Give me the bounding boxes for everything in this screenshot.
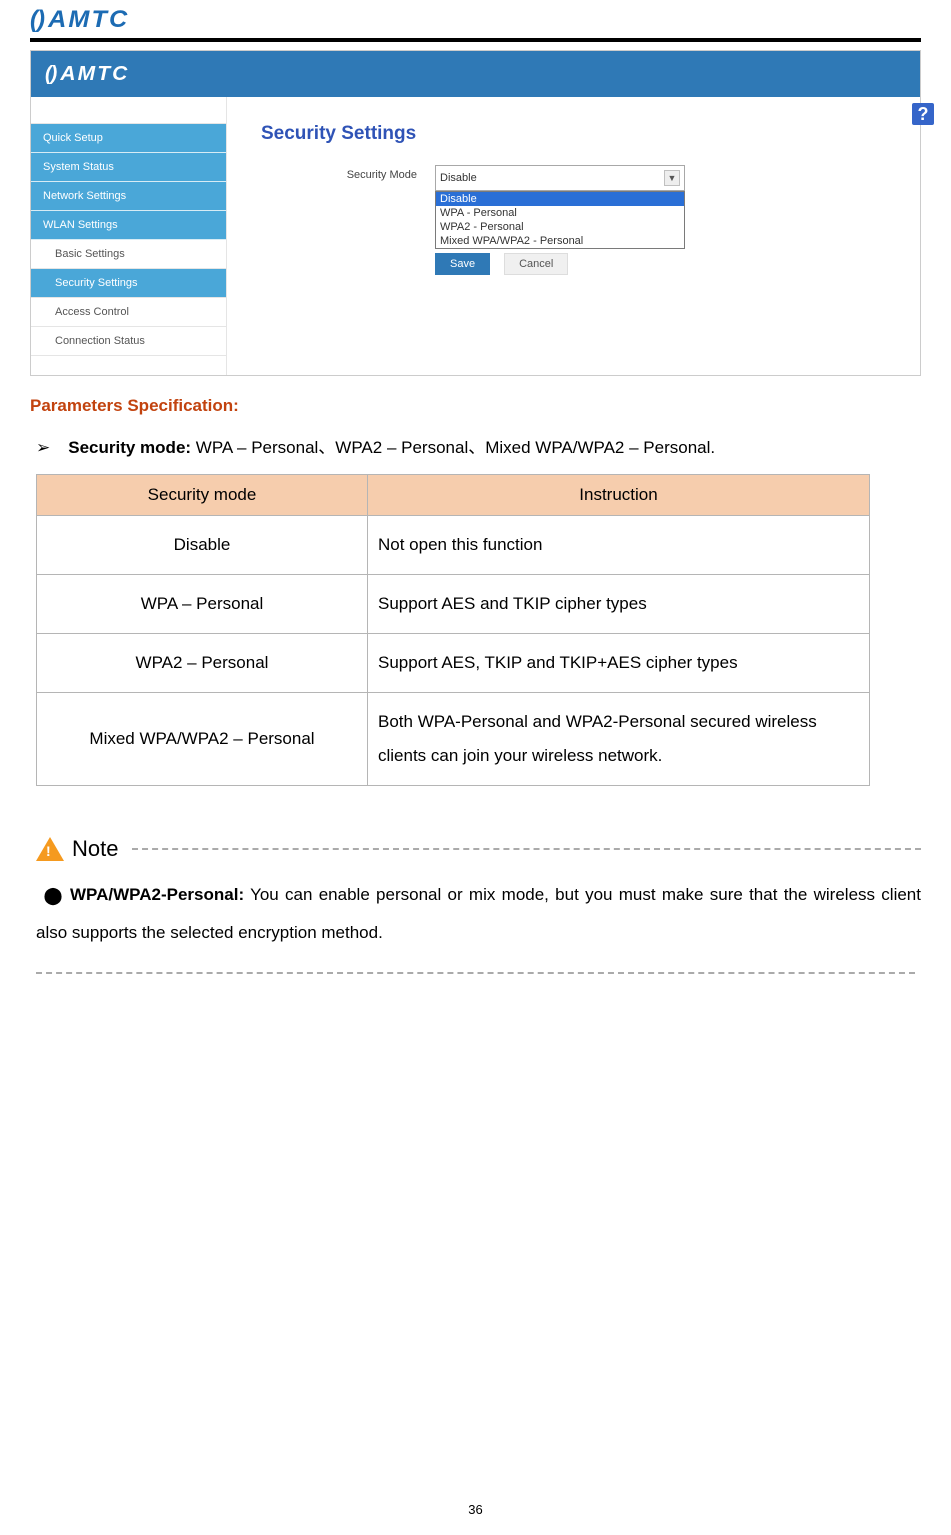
note-body: ⬤WPA/WPA2-Personal: You can enable perso… bbox=[36, 876, 921, 952]
table-cell-instruction: Not open this function bbox=[368, 515, 870, 574]
sidebar-item-system-status[interactable]: System Status bbox=[31, 153, 226, 182]
dropdown-option-wpa-personal[interactable]: WPA - Personal bbox=[436, 206, 684, 220]
table-row: Disable Not open this function bbox=[37, 515, 870, 574]
table-header-security-mode: Security mode bbox=[37, 474, 368, 515]
security-mode-bullet-text: WPA – Personal、WPA2 – Personal、Mixed WPA… bbox=[191, 438, 715, 457]
sidebar-subitem-security-settings[interactable]: Security Settings bbox=[31, 269, 226, 298]
content-title: Security Settings bbox=[261, 123, 890, 145]
arrow-bullet-icon: ➢ bbox=[36, 436, 50, 460]
note-label: Note bbox=[72, 836, 118, 862]
table-cell-instruction: Support AES and TKIP cipher types bbox=[368, 574, 870, 633]
page-number: 36 bbox=[0, 1502, 951, 1517]
sidebar-subitem-basic-settings[interactable]: Basic Settings bbox=[31, 240, 226, 269]
sidebar-item-wlan-settings[interactable]: WLAN Settings bbox=[31, 211, 226, 240]
table-cell-instruction: Both WPA-Personal and WPA2-Personal secu… bbox=[368, 692, 870, 785]
security-mode-bullet-label: Security mode: bbox=[68, 438, 191, 457]
content-area: ? Security Settings Security Mode Disabl… bbox=[227, 97, 920, 375]
table-cell-mode: WPA2 – Personal bbox=[37, 633, 368, 692]
save-button[interactable]: Save bbox=[435, 253, 490, 275]
sidebar-blank bbox=[31, 97, 226, 124]
note-bullet-label: WPA/WPA2-Personal: bbox=[70, 885, 244, 904]
note-end-dashed-line bbox=[36, 971, 915, 974]
doc-header: () AMTC bbox=[30, 0, 921, 38]
table-cell-mode: WPA – Personal bbox=[37, 574, 368, 633]
sidebar-subitem-connection-status[interactable]: Connection Status bbox=[31, 327, 226, 356]
logo-mark-icon: () bbox=[30, 6, 44, 34]
security-mode-select[interactable]: Disable ▼ bbox=[435, 165, 685, 191]
note-dashed-line bbox=[132, 847, 921, 850]
dropdown-option-disable[interactable]: Disable bbox=[436, 192, 684, 206]
parameters-specification-heading: Parameters Specification: bbox=[30, 396, 921, 416]
ui-logo-text: AMTC bbox=[61, 63, 130, 86]
dropdown-option-wpa2-personal[interactable]: WPA2 - Personal bbox=[436, 220, 684, 234]
warning-icon: ! bbox=[36, 837, 64, 861]
form-label-security-mode: Security Mode bbox=[257, 165, 417, 181]
help-icon[interactable]: ? bbox=[912, 103, 934, 125]
dropdown-option-mixed[interactable]: Mixed WPA/WPA2 - Personal bbox=[436, 234, 684, 248]
sidebar-item-quick-setup[interactable]: Quick Setup bbox=[31, 124, 226, 153]
ui-logo-mark-icon: () bbox=[45, 63, 56, 86]
security-mode-table: Security mode Instruction Disable Not op… bbox=[36, 474, 870, 786]
disc-bullet-icon: ⬤ bbox=[36, 877, 70, 914]
sidebar: Quick Setup System Status Network Settin… bbox=[31, 97, 227, 375]
header-divider bbox=[30, 38, 921, 42]
ui-topbar: () AMTC bbox=[31, 51, 920, 97]
table-row: WPA2 – Personal Support AES, TKIP and TK… bbox=[37, 633, 870, 692]
table-row: WPA – Personal Support AES and TKIP ciph… bbox=[37, 574, 870, 633]
table-cell-mode: Disable bbox=[37, 515, 368, 574]
table-row: Mixed WPA/WPA2 – Personal Both WPA-Perso… bbox=[37, 692, 870, 785]
router-ui-screenshot: () AMTC Quick Setup System Status Networ… bbox=[30, 50, 921, 376]
table-cell-mode: Mixed WPA/WPA2 – Personal bbox=[37, 692, 368, 785]
sidebar-item-network-settings[interactable]: Network Settings bbox=[31, 182, 226, 211]
security-mode-dropdown: Disable WPA - Personal WPA2 - Personal M… bbox=[435, 191, 685, 249]
cancel-button[interactable]: Cancel bbox=[504, 253, 568, 275]
chevron-down-icon: ▼ bbox=[664, 170, 680, 186]
note-heading-row: ! Note bbox=[36, 836, 921, 862]
ui-logo: () AMTC bbox=[45, 63, 128, 86]
table-header-instruction: Instruction bbox=[368, 474, 870, 515]
table-cell-instruction: Support AES, TKIP and TKIP+AES cipher ty… bbox=[368, 633, 870, 692]
header-logo: () AMTC bbox=[30, 6, 127, 34]
sidebar-subitem-access-control[interactable]: Access Control bbox=[31, 298, 226, 327]
select-current-value: Disable bbox=[440, 172, 477, 184]
security-mode-bullet: ➢ Security mode: WPA – Personal、WPA2 – P… bbox=[36, 436, 921, 460]
logo-text: AMTC bbox=[48, 6, 129, 34]
form-row-security-mode: Security Mode Disable ▼ Disable WPA - Pe… bbox=[257, 165, 890, 275]
